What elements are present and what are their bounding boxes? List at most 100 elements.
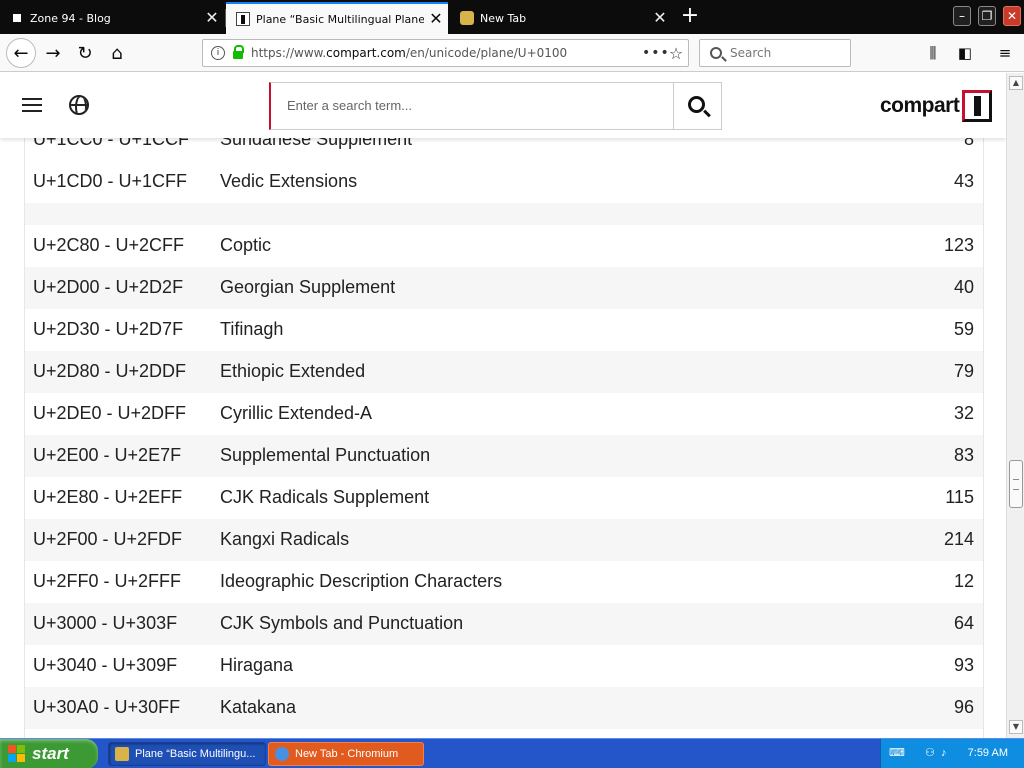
restore-icon[interactable]: ❐ [978, 6, 996, 26]
scroll-down-arrow-icon[interactable]: ▼ [1009, 720, 1023, 734]
site-menu-icon[interactable] [22, 98, 42, 112]
block-name-link[interactable]: CJK Symbols and Punctuation [220, 613, 463, 634]
menu-hamburger-icon[interactable]: ≡ [996, 44, 1014, 62]
table-divider [25, 203, 983, 225]
back-arrow-icon[interactable]: ← [6, 38, 36, 68]
block-name-link[interactable]: Georgian Supplement [220, 277, 395, 298]
address-bar[interactable]: i https://www.compart.com/en/unicode/pla… [202, 39, 689, 67]
block-name-link[interactable]: Coptic [220, 235, 271, 256]
close-tab-icon[interactable]: ✕ [424, 11, 448, 27]
reload-icon[interactable]: ↻ [70, 38, 100, 68]
windows-flag-icon [8, 745, 26, 763]
block-char-count: 64 [953, 613, 974, 633]
windows-taskbar: start Plane “Basic Multilingu... New Tab… [0, 738, 1024, 768]
block-char-count: 12 [953, 571, 974, 591]
block-name-link[interactable]: Cyrillic Extended-A [220, 403, 372, 424]
tab-zone94-blog[interactable]: Zone 94 - Blog ✕ [0, 2, 224, 34]
block-char-count: 115 [945, 487, 974, 507]
system-tray: ⌨ ⚇ ♪ 7:59 AM [880, 739, 1024, 768]
block-char-count: 83 [953, 445, 974, 465]
block-range: U+2D80 - U+2DDF [33, 361, 187, 381]
block-range: U+2E80 - U+2EFF [33, 487, 183, 507]
address-url[interactable]: https://www.compart.com/en/unicode/plane… [251, 46, 642, 60]
window-close-icon[interactable]: ✕ [1003, 6, 1021, 26]
language-globe-icon[interactable] [69, 95, 89, 115]
tab-basic-multilingual-plane[interactable]: Plane “Basic Multilingual Plane” ✕ [226, 2, 448, 34]
taskbar-item-chromium[interactable]: New Tab - Chromium [268, 742, 424, 766]
library-icon[interactable]: ⫼ [924, 44, 942, 62]
block-name-link[interactable]: Hiragana [220, 655, 293, 676]
tab-strip: Zone 94 - Blog ✕ Plane “Basic Multilingu… [0, 0, 1024, 34]
site-search-button[interactable] [673, 82, 722, 130]
padlock-icon[interactable] [233, 45, 244, 59]
table-row: U+2DE0 - U+2DFF Cyrillic Extended-A 32 [25, 393, 983, 435]
block-range: U+30A0 - U+30FF [33, 697, 181, 717]
url-prefix: https://www. [251, 46, 327, 60]
chromium-app-icon [275, 747, 289, 761]
site-info-icon[interactable]: i [211, 46, 225, 60]
block-char-count: 43 [953, 171, 974, 191]
block-range: U+2D30 - U+2D7F [33, 319, 184, 339]
close-tab-icon[interactable]: ✕ [648, 10, 672, 26]
logo-wordmark: compart [880, 94, 960, 117]
url-path: /en/unicode/plane/U+0100 [405, 46, 568, 60]
block-range: U+2F00 - U+2FDF [33, 529, 183, 549]
minimize-icon[interactable]: – [953, 6, 971, 26]
compart-favicon-icon [236, 12, 250, 26]
table-row: U+2C80 - U+2CFF Coptic 123 [25, 225, 983, 267]
table-row: U+3000 - U+303F CJK Symbols and Punctuat… [25, 603, 983, 645]
block-name-link[interactable]: Vedic Extensions [220, 171, 357, 192]
keyboard-icon[interactable]: ⌨ [889, 747, 905, 759]
site-header: Enter a search term... compart [0, 73, 1006, 138]
scrollbar-thumb[interactable] [1009, 460, 1023, 508]
tab-title: Zone 94 - Blog [30, 11, 111, 25]
table-row: U+2D00 - U+2D2F Georgian Supplement 40 [25, 267, 983, 309]
block-range: U+2E00 - U+2E7F [33, 445, 182, 465]
close-tab-icon[interactable]: ✕ [200, 10, 224, 26]
block-range: U+1CD0 - U+1CFF [33, 171, 188, 191]
page-viewport: Enter a search term... compart U+1CC0 - … [0, 73, 1006, 738]
block-name-link[interactable]: Ideographic Description Characters [220, 571, 502, 592]
firefox-app-icon [115, 747, 129, 761]
compart-logo-mark-icon [962, 90, 993, 122]
block-range: U+3040 - U+309F [33, 655, 178, 675]
block-char-count: 214 [943, 529, 974, 549]
block-char-count: 96 [953, 697, 974, 717]
table-row: U+2E80 - U+2EFF CJK Radicals Supplement … [25, 477, 983, 519]
block-range: U+2C80 - U+2CFF [33, 235, 185, 255]
forward-arrow-icon[interactable]: → [38, 38, 68, 68]
block-name-link[interactable]: CJK Radicals Supplement [220, 487, 429, 508]
browser-search-box[interactable]: Search [699, 39, 851, 67]
table-row: U+3040 - U+309F Hiragana 93 [25, 645, 983, 687]
block-name-link[interactable]: Supplemental Punctuation [220, 445, 430, 466]
block-name-link[interactable]: Ethiopic Extended [220, 361, 365, 382]
table-row: U+2FF0 - U+2FFF Ideographic Description … [25, 561, 983, 603]
taskbar-item-firefox[interactable]: Plane “Basic Multilingu... [108, 742, 266, 766]
tab-new-tab[interactable]: New Tab ✕ [450, 2, 672, 34]
network-icon[interactable]: ⚇ [925, 747, 939, 759]
block-char-count: 32 [953, 403, 974, 423]
page-actions-icon[interactable]: ••• [642, 45, 669, 61]
block-name-link[interactable]: Katakana [220, 697, 296, 718]
start-label: start [32, 744, 69, 763]
table-row: U+2F00 - U+2FDF Kangxi Radicals 214 [25, 519, 983, 561]
newtab-favicon-icon [460, 11, 474, 25]
block-name-link[interactable]: Kangxi Radicals [220, 529, 349, 550]
start-button[interactable]: start [0, 739, 98, 768]
block-char-count: 123 [943, 235, 974, 255]
page-scrollbar[interactable]: ▲ ▼ [1006, 73, 1024, 738]
block-range: U+2DE0 - U+2DFF [33, 403, 187, 423]
bookmark-star-icon[interactable]: ☆ [664, 44, 688, 63]
block-name-link[interactable]: Tifinagh [220, 319, 283, 340]
browser-search-placeholder: Search [730, 46, 772, 60]
volume-icon[interactable]: ♪ [941, 747, 955, 759]
new-tab-plus-icon[interactable]: + [678, 5, 702, 29]
scroll-up-arrow-icon[interactable]: ▲ [1009, 76, 1023, 90]
navigation-toolbar: ← → ↻ ⌂ i https://www.compart.com/en/uni… [0, 34, 1024, 72]
site-search-input[interactable]: Enter a search term... [269, 82, 674, 130]
home-icon[interactable]: ⌂ [102, 38, 132, 68]
compart-logo[interactable]: compart [880, 89, 993, 123]
sidebar-icon[interactable]: ◧ [956, 44, 974, 62]
block-char-count: 79 [953, 361, 974, 381]
block-range: U+2FF0 - U+2FFF [33, 571, 182, 591]
